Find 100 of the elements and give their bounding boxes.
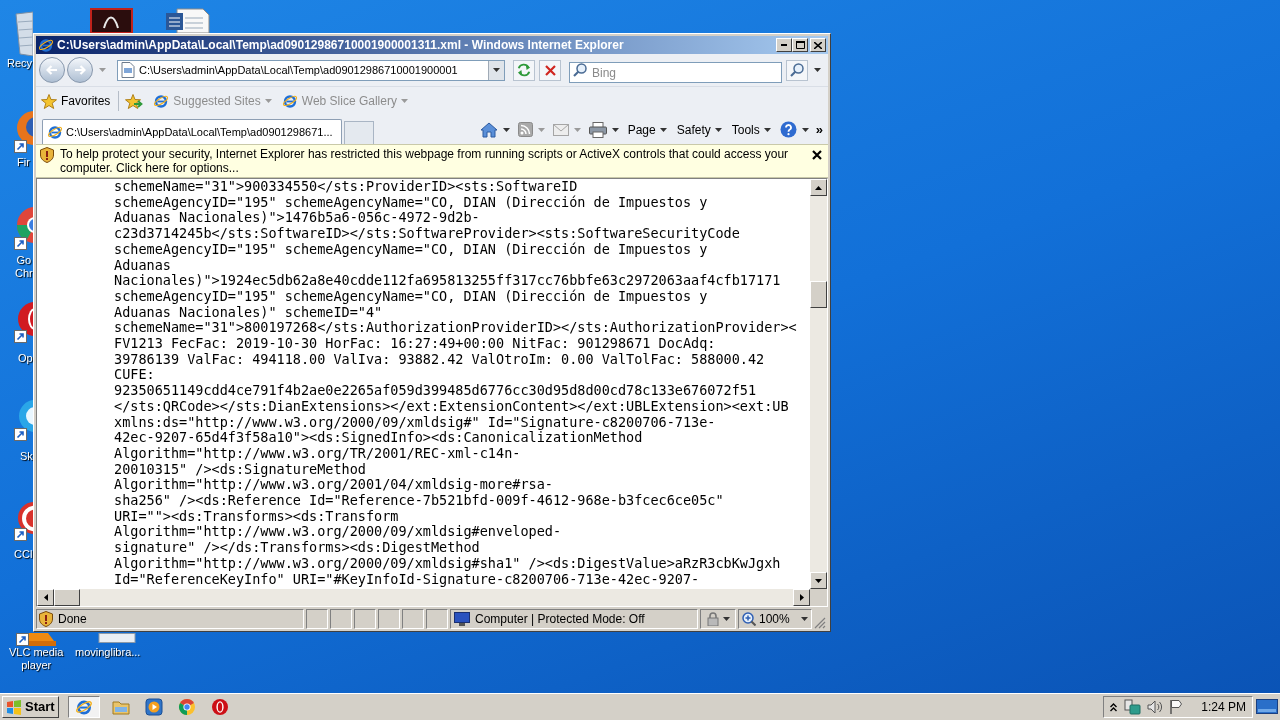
icon-label: Op	[18, 352, 33, 365]
resize-grip-icon	[814, 617, 826, 629]
envelope-icon	[552, 123, 569, 136]
zoom-button[interactable]: 100%	[738, 609, 812, 629]
flag-logo-icon	[6, 699, 22, 715]
browser-icon	[74, 698, 93, 716]
toolbar-menu-button[interactable]: Page	[623, 118, 671, 141]
xml-text-line: CUFE:	[114, 367, 155, 384]
caret-icon	[493, 68, 500, 72]
zoom-in-icon	[742, 612, 756, 626]
scroll-up-button[interactable]	[810, 179, 827, 196]
speaker-icon	[1147, 700, 1164, 714]
caret-icon	[813, 68, 821, 72]
feed-icon	[517, 122, 533, 137]
recycle-bin-icon[interactable]	[14, 8, 33, 56]
traffic-cone-icon[interactable]	[14, 633, 58, 646]
minimize-icon	[781, 44, 787, 46]
search-button[interactable]	[786, 59, 808, 81]
xml-text-line: schemeAgencyID="195" schemeAgencyName="CO, DIAN (Dirección de Impuestos y	[114, 241, 708, 258]
icon-label: Recy	[7, 57, 33, 70]
caret-icon	[98, 68, 106, 72]
status-bar-pane	[402, 609, 424, 629]
taskbar-button[interactable]	[67, 696, 100, 718]
window-title: C:\Users\admin\AppData\Local\Temp\ad09012986710001900001311.xml - Windows Internet Explorer	[57, 37, 624, 53]
xml-text-line: Id="ReferenceKeyInfo" URI="#KeyInfoId-Signature-c8200706-713e-42ec-9207-	[114, 571, 700, 588]
toolbar-menu-button[interactable]: Safety	[672, 118, 726, 141]
status-bar-pane	[378, 609, 400, 629]
status-bar-pane	[330, 609, 352, 629]
app-tile-icon[interactable]	[90, 8, 133, 33]
xml-text-line: schemeName="31">800197268</sts:AuthorizationProviderID></sts:AuthorizationProvider><	[114, 320, 797, 337]
vertical-scrollbar[interactable]	[810, 179, 827, 589]
stop-button[interactable]	[539, 59, 561, 81]
maximize-icon	[795, 41, 805, 49]
maximize-button[interactable]	[792, 38, 808, 52]
add-to-favorites-button[interactable]	[125, 93, 144, 109]
browser-tab[interactable]: C:\Users\admin\AppData\Local\Temp\ad0901298671...	[42, 119, 342, 144]
caret-icon	[801, 617, 808, 621]
back-button[interactable]	[39, 57, 65, 83]
scroll-left-button[interactable]	[37, 589, 54, 606]
star-arrow-icon	[125, 93, 144, 109]
page-icon	[121, 62, 135, 78]
show-hidden-icons-button[interactable]	[1110, 702, 1118, 712]
house-icon	[479, 121, 498, 138]
privacy-button[interactable]	[700, 609, 736, 629]
refresh-button[interactable]	[513, 59, 535, 81]
scroll-down-button[interactable]	[810, 572, 827, 589]
search-field[interactable]: Bing	[569, 62, 782, 83]
horizontal-scrollbar[interactable]	[37, 589, 810, 606]
status-bar-pane	[426, 609, 448, 629]
icon-label: CCl	[14, 548, 33, 561]
show-desktop-button[interactable]	[1256, 699, 1278, 715]
status-bar-pane	[306, 609, 328, 629]
arrow-left-icon	[43, 594, 48, 601]
xml-text-line: Algorithm="http://www.w3.org/TR/2001/REC-xml-c14n-	[114, 445, 521, 462]
xml-text-line: c23d3714245b</sts:SoftwareID></sts:SoftwareProvider><sts:SoftwareSecurityCode	[114, 226, 740, 242]
close-icon	[814, 41, 822, 49]
search-icon	[573, 62, 587, 77]
refresh-icon	[516, 63, 532, 77]
caret-icon	[611, 127, 619, 132]
arrow-right-icon	[74, 65, 86, 75]
address-dropdown-button[interactable]	[488, 60, 504, 80]
security-zone-text: Computer | Protected Mode: Off	[475, 611, 645, 628]
icon-label: VLC media player	[9, 646, 64, 672]
ring-icon	[210, 698, 229, 716]
scrollbar-thumb[interactable]	[810, 281, 827, 308]
start-button[interactable]: Start	[2, 696, 59, 718]
caret-icon	[714, 127, 722, 132]
computer-icon	[454, 612, 470, 626]
document-icon[interactable]	[165, 8, 210, 33]
ring-logo-icon	[177, 698, 196, 716]
printer-icon	[588, 121, 607, 138]
xml-text-line: Aduanas Nacionales)" schemeID="4"	[114, 304, 383, 321]
clock[interactable]: 1:24 PM	[1201, 698, 1246, 716]
scroll-right-button[interactable]	[793, 589, 810, 606]
toolbar-menu-button[interactable]: Tools	[727, 118, 775, 141]
icon-label: Fir	[17, 156, 30, 169]
help-icon	[779, 121, 797, 138]
favorites-button[interactable]: Favorites	[41, 92, 111, 110]
more-commands-button[interactable]: »	[813, 118, 825, 141]
minimize-button[interactable]	[776, 38, 792, 52]
arrow-down-icon	[815, 578, 822, 583]
xml-text-line: 92350651149cdd4ce791f4b2ae0e2265af059d399485d6776cc30d95d8d00cd78c133e676072f51	[114, 383, 757, 399]
x-icon	[544, 64, 556, 76]
caret-icon	[763, 127, 771, 132]
icon-label: Go Chr	[15, 254, 33, 280]
status-text: Done	[58, 611, 87, 628]
close-icon	[811, 149, 822, 160]
information-bar-message[interactable]: To help protect your security, Internet Explorer has restricted this webpage from running scripts or ActiveX controls that could access your computer. Click here for options...	[60, 147, 805, 175]
arrow-up-icon	[815, 185, 822, 190]
browser-icon	[38, 37, 54, 53]
forward-button[interactable]	[67, 57, 93, 83]
xml-text-line: 20010315" /><ds:SignatureMethod	[114, 461, 366, 478]
close-button[interactable]	[811, 149, 822, 160]
address-field[interactable]: C:\Users\admin\AppData\Local\Temp\ad09012986710001900001	[117, 59, 505, 81]
scrollbar-thumb[interactable]	[54, 589, 80, 606]
search-icon	[790, 63, 804, 77]
xml-text-line: 39786139 ValFac: 494118.00 ValIva: 93882.42 ValOtroIm: 0.00 ValTolFac: 588000.42	[114, 351, 765, 368]
file-icon[interactable]	[98, 633, 136, 643]
xml-text-line: schemeName="31">900334550</sts:ProviderID><sts:SoftwareID	[114, 179, 578, 195]
play-icon	[144, 698, 163, 716]
